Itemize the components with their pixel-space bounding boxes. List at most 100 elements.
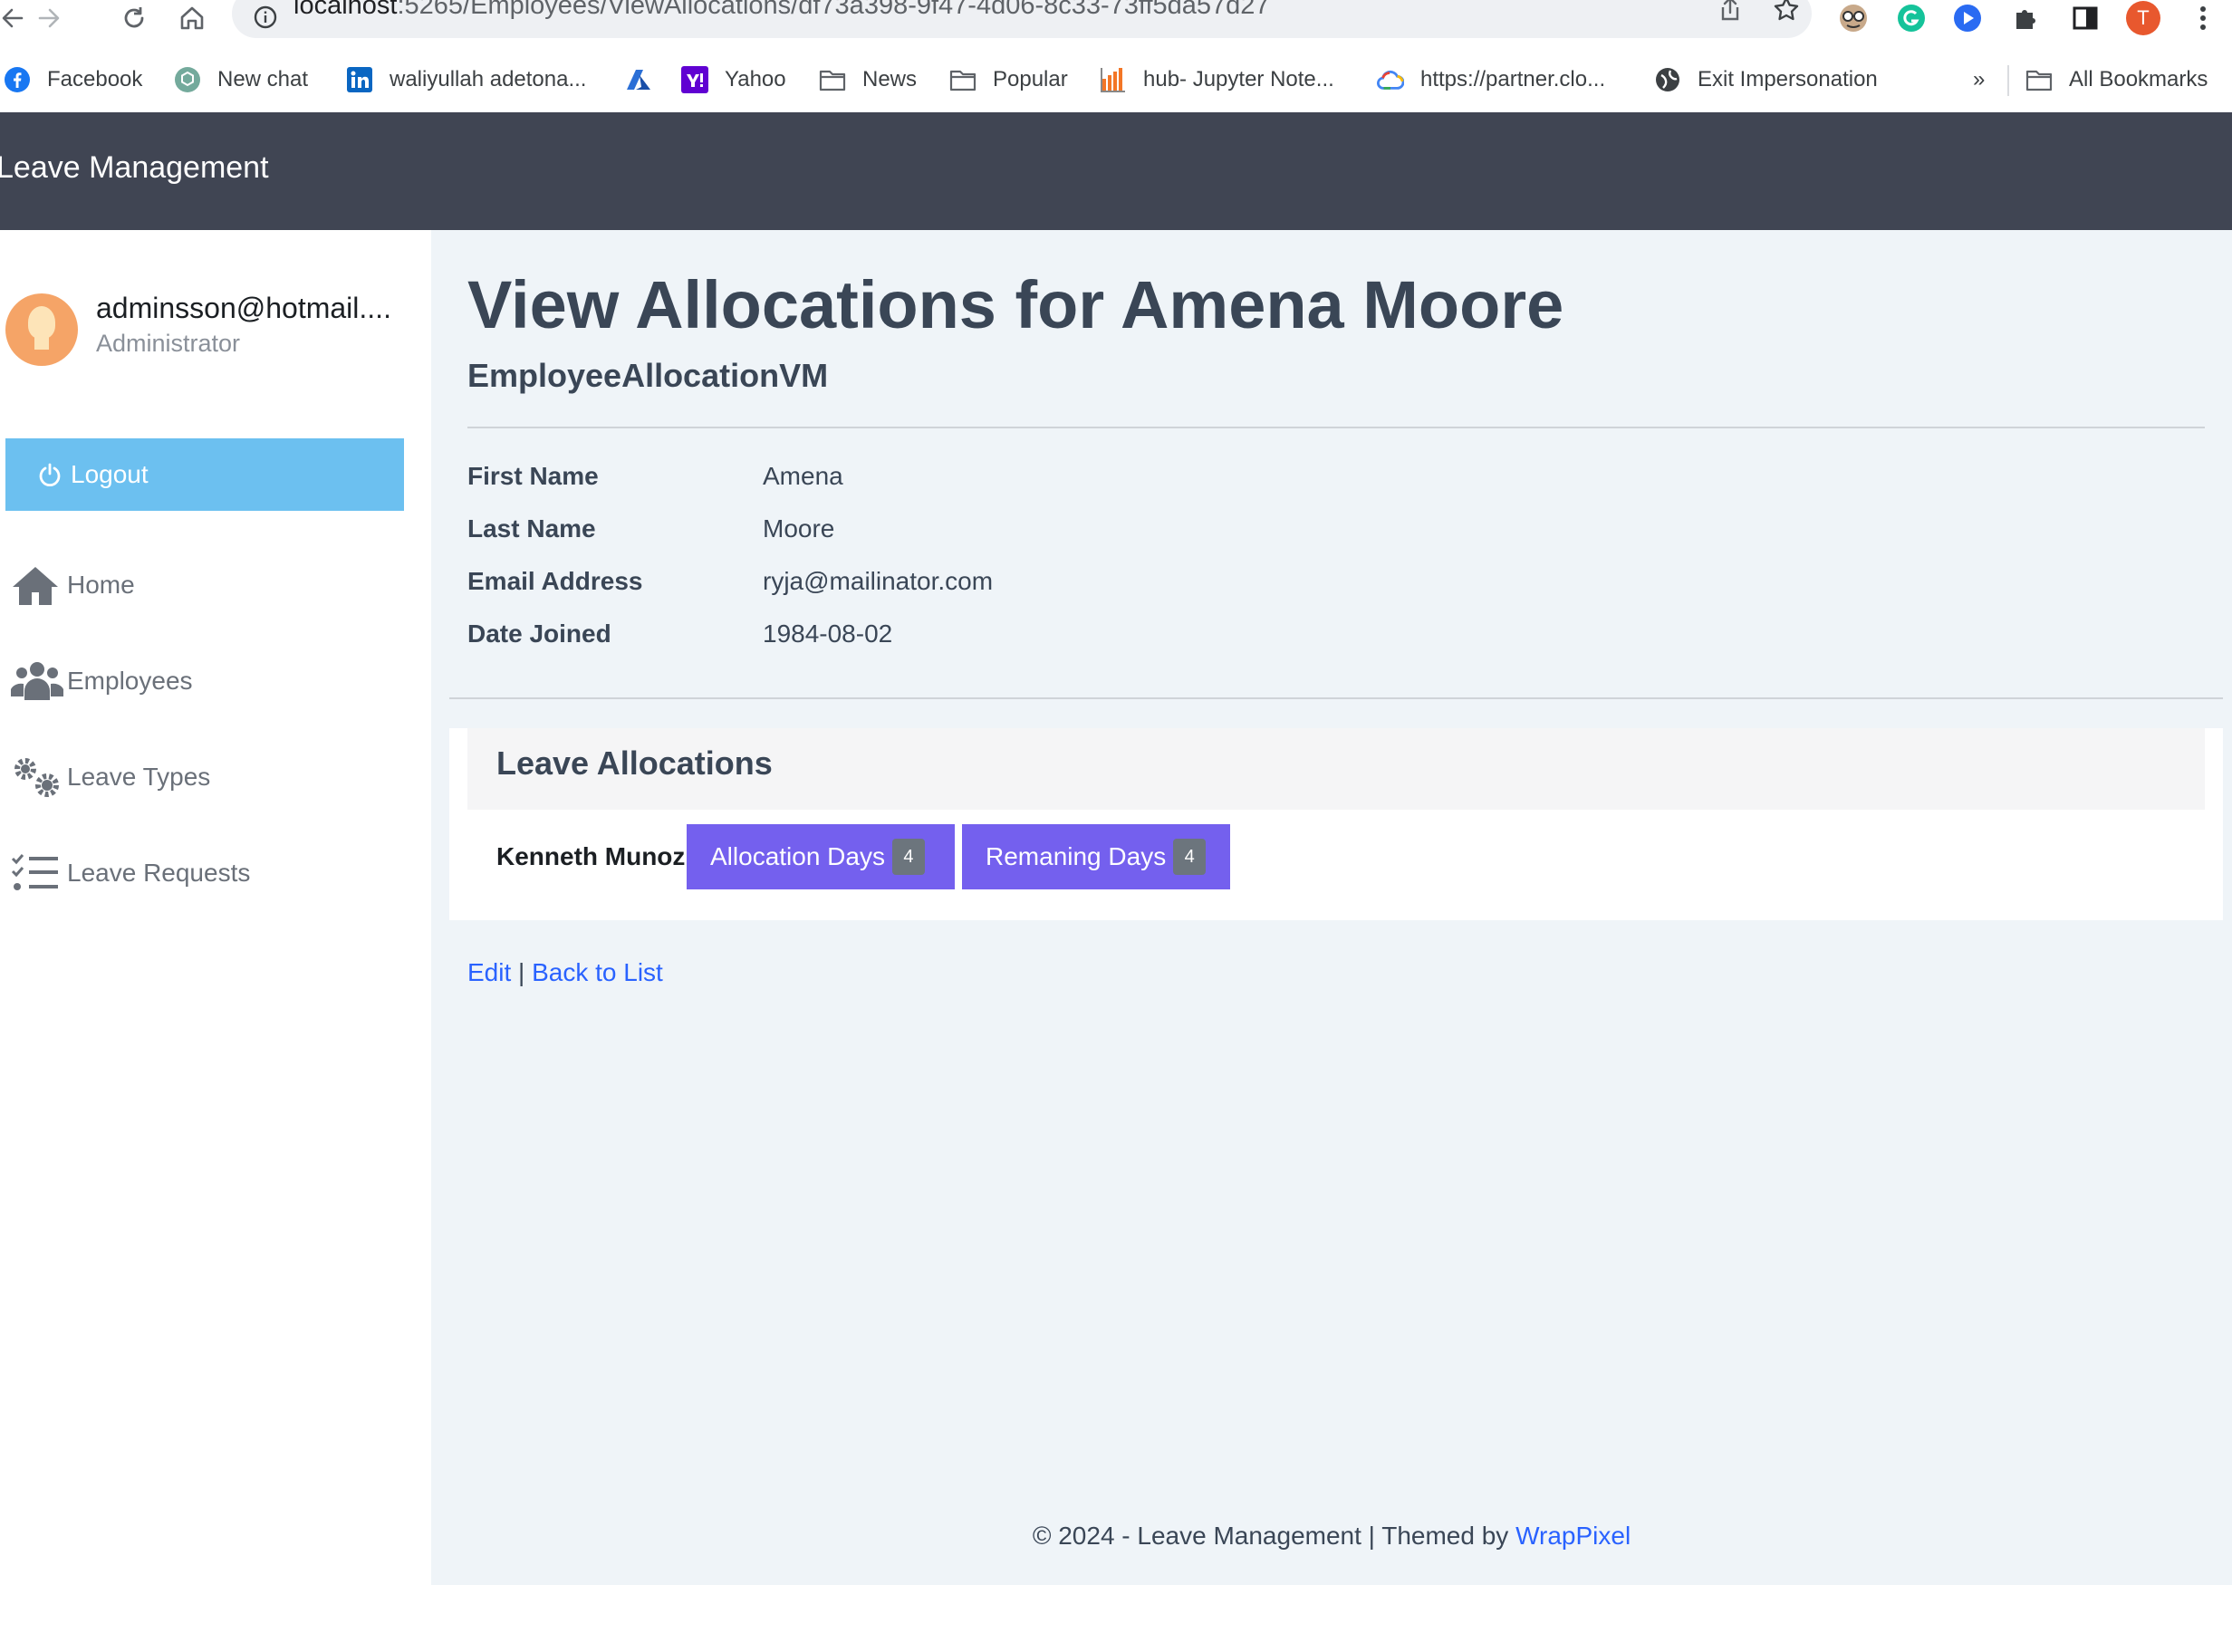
sidebar-item-label: Home <box>67 571 135 599</box>
folder-icon <box>2025 66 2053 93</box>
bookmark-label: Facebook <box>47 67 143 91</box>
chatgpt-icon <box>174 66 201 93</box>
all-bookmarks[interactable]: All Bookmarks <box>2025 60 2208 100</box>
edit-link[interactable]: Edit <box>467 958 511 986</box>
bookmark-divider <box>2007 65 2009 96</box>
bookmark-label: All Bookmarks <box>2069 67 2208 91</box>
app-header: Leave Management <box>0 112 2232 230</box>
detail-label-last-name: Last Name <box>467 514 596 543</box>
folder-icon <box>819 66 846 93</box>
bookmark-news[interactable]: News <box>819 60 917 100</box>
side-panel-icon[interactable] <box>2065 0 2105 36</box>
globe-icon <box>1654 66 1681 93</box>
url-text: localhost:5265/Employees/ViewAllocations… <box>293 0 1270 20</box>
detail-value-first-name: Amena <box>763 462 843 490</box>
extension-face-icon[interactable] <box>1833 0 1873 36</box>
power-icon <box>36 461 63 488</box>
bookmark-label: hub- Jupyter Note... <box>1143 67 1334 91</box>
card-header: Leave Allocations <box>467 728 2205 810</box>
profile-avatar[interactable]: T <box>2123 0 2163 36</box>
folder-icon <box>949 66 976 93</box>
sidebar-item-label: Leave Types <box>67 763 211 791</box>
grammarly-icon[interactable] <box>1891 0 1931 36</box>
remaining-days-badge: 4 <box>1173 839 1207 875</box>
profile-initial: T <box>2137 6 2150 29</box>
main-content: View Allocations for Amena Moore Employe… <box>431 230 2232 1585</box>
app-brand[interactable]: Leave Management <box>0 150 269 186</box>
detail-label-first-name: First Name <box>467 462 599 490</box>
user-role: Administrator <box>96 330 241 357</box>
yahoo-icon <box>681 66 708 93</box>
address-bar[interactable]: localhost:5265/Employees/ViewAllocations… <box>232 0 1812 38</box>
wrappixel-link[interactable]: WrapPixel <box>1515 1522 1631 1550</box>
logout-label: Logout <box>71 460 149 488</box>
reload-icon[interactable] <box>114 0 154 36</box>
home-browser-icon[interactable] <box>172 0 212 36</box>
detail-label-date-joined: Date Joined <box>467 620 611 648</box>
link-separator: | <box>518 958 525 986</box>
forward-arrow-icon[interactable] <box>29 0 69 36</box>
divider <box>449 697 2223 699</box>
puzzle-extensions-icon[interactable] <box>2006 0 2045 36</box>
page-title: View Allocations for Amena Moore <box>467 267 1564 342</box>
allocation-leave-type-name: Kenneth Munoz <box>496 842 686 870</box>
home-icon <box>11 560 67 610</box>
detail-value-last-name: Moore <box>763 514 835 543</box>
footer: © 2024 - Leave Management | Themed by Wr… <box>431 1522 2232 1551</box>
back-to-list-link[interactable]: Back to List <box>532 958 663 986</box>
sidebar-item-label: Employees <box>67 667 193 695</box>
site-info-icon[interactable] <box>252 4 279 35</box>
azure-icon <box>625 66 652 93</box>
bookmark-label: Yahoo <box>725 67 786 91</box>
sidebar-item-employees[interactable]: Employees <box>11 654 193 708</box>
detail-value-date-joined: 1984-08-02 <box>763 620 893 648</box>
detail-label-email: Email Address <box>467 567 643 595</box>
sidebar-item-leave-requests[interactable]: Leave Requests <box>11 846 250 900</box>
bookmark-linkedin[interactable]: waliyullah adetona... <box>346 60 586 100</box>
google-cloud-icon <box>1377 66 1404 93</box>
allocation-days-label: Allocation Days <box>710 842 885 870</box>
facebook-icon <box>4 66 31 93</box>
user-email: adminsson@hotmail.... <box>96 292 391 324</box>
bookmark-label: New chat <box>217 67 309 91</box>
gears-icon <box>11 752 67 802</box>
bookmark-azure[interactable] <box>625 60 669 100</box>
bookmark-label: https://partner.clo... <box>1420 67 1606 91</box>
linkedin-icon <box>346 66 373 93</box>
bookmark-new-chat[interactable]: New chat <box>174 60 308 100</box>
bookmarks-bar: Facebook New chat waliyullah adetona... … <box>0 60 2232 100</box>
bookmark-label: waliyullah adetona... <box>390 67 587 91</box>
browser-toolbar: localhost:5265/Employees/ViewAllocations… <box>0 0 2232 40</box>
sidebar-item-home[interactable]: Home <box>11 558 135 612</box>
leave-allocations-card: Leave Allocations Kenneth Munoz Allocati… <box>449 728 2223 920</box>
more-menu-icon[interactable] <box>2183 0 2223 36</box>
bookmark-partner[interactable]: https://partner.clo... <box>1377 60 1605 100</box>
allocation-days-button[interactable]: Allocation Days 4 <box>687 824 955 889</box>
bookmark-facebook[interactable]: Facebook <box>4 60 142 100</box>
extension-play-icon[interactable] <box>1948 0 1987 36</box>
bookmark-label: Popular <box>993 67 1068 91</box>
remaining-days-label: Remaning Days <box>986 842 1167 870</box>
bookmark-popular[interactable]: Popular <box>949 60 1068 100</box>
detail-value-email: ryja@mailinator.com <box>763 567 994 595</box>
page-subtitle: EmployeeAllocationVM <box>467 357 829 394</box>
allocation-days-badge: 4 <box>891 839 925 875</box>
bookmark-jupyter[interactable]: hub- Jupyter Note... <box>1100 60 1334 100</box>
logout-button[interactable]: Logout <box>5 438 404 511</box>
jupyter-icon <box>1100 66 1127 93</box>
sidebar-item-leave-types[interactable]: Leave Types <box>11 750 210 804</box>
back-arrow-icon[interactable] <box>0 0 33 36</box>
bookmark-yahoo[interactable]: Yahoo <box>681 60 786 100</box>
avatar <box>5 293 78 366</box>
bookmarks-overflow-chevron[interactable]: » <box>1973 60 1985 100</box>
sidebar: adminsson@hotmail.... Administrator Logo… <box>0 230 431 1652</box>
action-links: Edit | Back to List <box>467 958 663 987</box>
bookmark-star-icon[interactable] <box>1768 0 1804 27</box>
remaining-days-button[interactable]: Remaning Days 4 <box>962 824 1230 889</box>
bookmark-label: Exit Impersonation <box>1698 67 1878 91</box>
share-icon[interactable] <box>1712 0 1748 27</box>
footer-text: © 2024 - Leave Management | Themed by <box>1032 1522 1509 1550</box>
bookmark-exit-impersonation[interactable]: Exit Impersonation <box>1654 60 1878 100</box>
divider <box>467 427 2205 428</box>
checklist-icon <box>11 848 67 898</box>
